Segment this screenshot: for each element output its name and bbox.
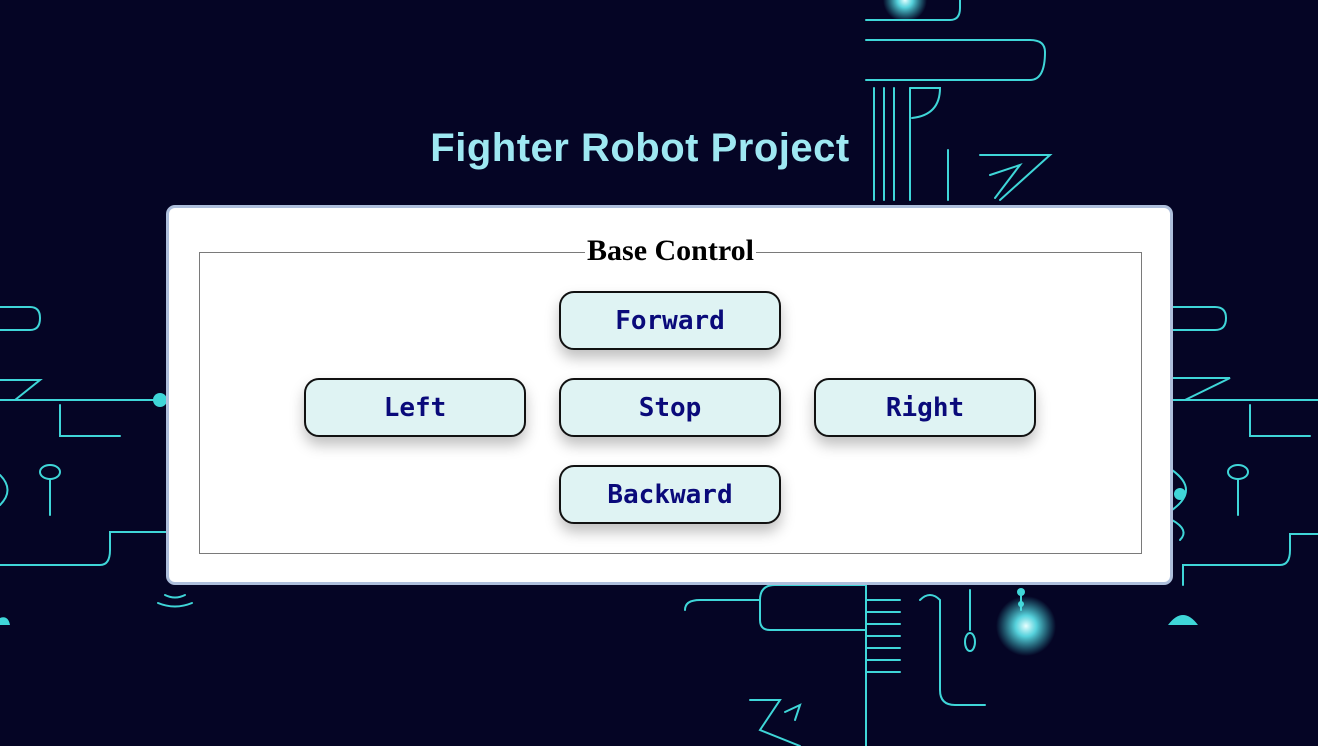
stop-button[interactable]: Stop <box>559 378 781 437</box>
right-button[interactable]: Right <box>814 378 1036 437</box>
forward-button[interactable]: Forward <box>559 291 781 350</box>
control-panel: Base Control Forward Left Stop Right Bac… <box>166 205 1173 585</box>
base-control-legend-text: Base Control <box>585 234 756 268</box>
base-control-fieldset: Base Control Forward Left Stop Right Bac… <box>199 234 1142 554</box>
backward-button[interactable]: Backward <box>559 465 781 524</box>
base-control-legend: Base Control <box>200 234 1141 268</box>
left-button[interactable]: Left <box>304 378 526 437</box>
page-title: Fighter Robot Project <box>430 126 850 170</box>
